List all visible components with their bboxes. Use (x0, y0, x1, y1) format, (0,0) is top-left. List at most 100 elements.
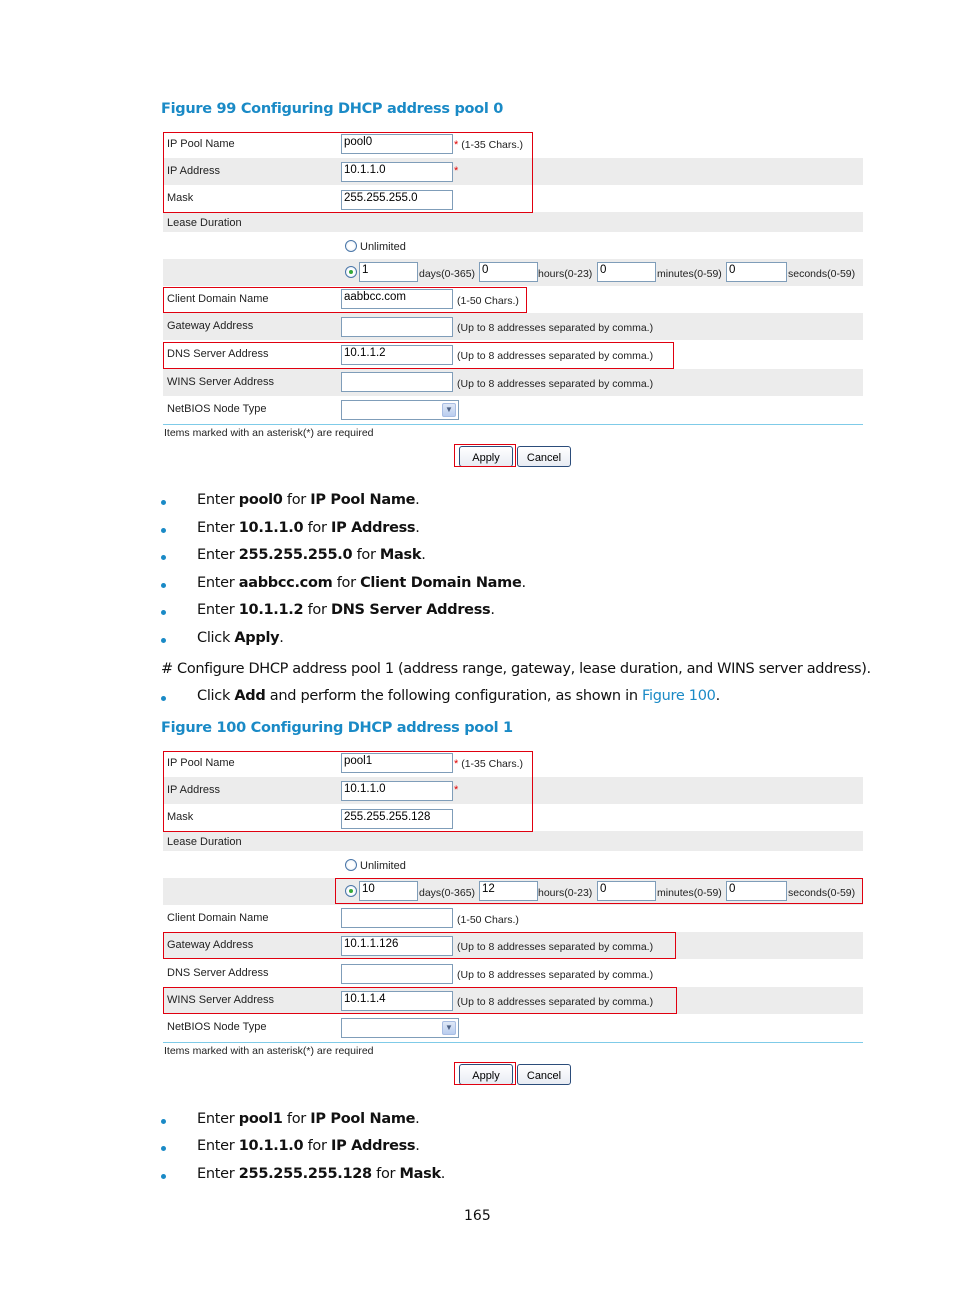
gateway-address-hint: (Up to 8 addresses separated by comma.) (457, 941, 654, 953)
mask-label: Mask (167, 192, 194, 204)
unlimited-label: Unlimited (360, 241, 406, 253)
hours-unit: hours(0-23) (538, 887, 593, 899)
netbios-node-type-label: NetBIOS Node Type (167, 403, 267, 415)
wins-server-address-input[interactable] (341, 372, 453, 392)
mask-input[interactable]: 255.255.255.0 (341, 190, 453, 210)
lease-unlimited-row: Unlimited (163, 851, 863, 878)
ip-address-input[interactable]: 10.1.1.0 (341, 781, 453, 801)
minutes-input[interactable]: 0 (597, 262, 656, 282)
chevron-down-icon[interactable]: ▼ (442, 403, 456, 417)
cancel-button[interactable]: Cancel (517, 1064, 571, 1085)
gateway-address-label: Gateway Address (167, 320, 254, 332)
wins-server-address-label: WINS Server Address (167, 994, 274, 1006)
netbios-node-type-select[interactable]: ▼ (341, 1018, 459, 1038)
mask-row: Mask 255.255.255.0 (163, 185, 863, 212)
minutes-input[interactable]: 0 (597, 881, 656, 901)
minutes-unit: minutes(0-59) (657, 887, 722, 899)
dns-server-address-row: DNS Server Address (Up to 8 addresses se… (163, 960, 863, 987)
dns-server-address-input[interactable]: 10.1.1.2 (341, 345, 453, 365)
unlimited-radio[interactable] (345, 240, 357, 252)
lease-duration-label: Lease Duration (167, 217, 242, 229)
figure-99-caption: Figure 99 Configuring DHCP address pool … (161, 101, 504, 117)
ip-pool-name-hint: (1-35 Chars.) (461, 758, 524, 770)
lease-custom-row: 10 days(0-365) 12 hours(0-23) 0 minutes(… (163, 878, 863, 905)
netbios-node-type-row: NetBIOS Node Type ▼ (163, 1014, 863, 1041)
apply-button[interactable]: Apply (459, 446, 513, 467)
bullet-icon (161, 555, 166, 560)
gateway-address-input[interactable] (341, 317, 453, 337)
gateway-address-row: Gateway Address (Up to 8 addresses separ… (163, 313, 863, 340)
client-domain-name-input[interactable]: aabbcc.com (341, 289, 453, 309)
custom-lease-radio[interactable] (345, 266, 357, 278)
days-input[interactable]: 1 (359, 262, 418, 282)
custom-lease-radio[interactable] (345, 885, 357, 897)
dns-server-address-input[interactable] (341, 964, 453, 984)
required-asterisk: * (454, 165, 459, 177)
wins-server-address-row: WINS Server Address 10.1.1.4 (Up to 8 ad… (163, 987, 863, 1014)
hours-input[interactable]: 12 (479, 881, 538, 901)
bullet-icon (161, 528, 166, 533)
gateway-address-hint: (Up to 8 addresses separated by comma.) (457, 322, 654, 334)
bullet-icon (161, 1146, 166, 1151)
wins-server-address-hint: (Up to 8 addresses separated by comma.) (457, 996, 654, 1008)
ip-address-label: IP Address (167, 784, 220, 796)
wins-server-address-hint: (Up to 8 addresses separated by comma.) (457, 378, 654, 390)
form-divider (163, 1042, 863, 1043)
wins-server-address-input[interactable]: 10.1.1.4 (341, 991, 453, 1011)
dns-server-address-hint: (Up to 8 addresses separated by comma.) (457, 969, 654, 981)
figure-100-link[interactable]: Figure 100 (642, 688, 716, 704)
seconds-input[interactable]: 0 (726, 262, 787, 282)
days-input[interactable]: 10 (359, 881, 418, 901)
ip-pool-name-row: IP Pool Name pool0 * (1-35 Chars.) (163, 131, 863, 158)
dns-server-address-hint: (Up to 8 addresses separated by comma.) (457, 350, 654, 362)
ip-address-row: IP Address 10.1.1.0 * (163, 777, 863, 804)
hours-unit: hours(0-23) (538, 268, 593, 280)
required-asterisk: * (454, 758, 459, 770)
bullet-icon (161, 500, 166, 505)
seconds-unit: seconds(0-59) (788, 887, 856, 899)
lease-custom-row: 1 days(0-365) 0 hours(0-23) 0 minutes(0-… (163, 259, 863, 286)
dns-server-address-label: DNS Server Address (167, 348, 269, 360)
apply-button[interactable]: Apply (459, 1064, 513, 1085)
lease-duration-row: Lease Duration (163, 212, 863, 232)
unlimited-radio[interactable] (345, 859, 357, 871)
figure-100-caption: Figure 100 Configuring DHCP address pool… (161, 720, 513, 736)
bullet-icon (161, 610, 166, 615)
ip-pool-name-input[interactable]: pool1 (341, 753, 453, 773)
ip-address-input[interactable]: 10.1.1.0 (341, 162, 453, 182)
client-domain-name-label: Client Domain Name (167, 293, 269, 305)
gateway-address-input[interactable]: 10.1.1.126 (341, 936, 453, 956)
client-domain-name-hint: (1-50 Chars.) (457, 914, 519, 926)
wins-server-address-label: WINS Server Address (167, 376, 274, 388)
bullet-icon (161, 638, 166, 643)
mask-label: Mask (167, 811, 194, 823)
seconds-input[interactable]: 0 (726, 881, 787, 901)
gateway-address-row: Gateway Address 10.1.1.126 (Up to 8 addr… (163, 932, 863, 959)
required-note: Items marked with an asterisk(*) are req… (164, 427, 374, 439)
client-domain-name-row: Client Domain Name aabbcc.com (1-50 Char… (163, 286, 863, 313)
client-domain-name-hint: (1-50 Chars.) (457, 295, 519, 307)
bullet-icon (161, 583, 166, 588)
required-note: Items marked with an asterisk(*) are req… (164, 1045, 374, 1057)
form-divider (163, 424, 863, 425)
cancel-button[interactable]: Cancel (517, 446, 571, 467)
ip-pool-name-hint: (1-35 Chars.) (461, 139, 524, 151)
ip-pool-name-label: IP Pool Name (167, 138, 235, 150)
netbios-node-type-select[interactable]: ▼ (341, 400, 459, 420)
hours-input[interactable]: 0 (479, 262, 538, 282)
client-domain-name-input[interactable] (341, 908, 453, 928)
lease-duration-label: Lease Duration (167, 836, 242, 848)
chevron-down-icon[interactable]: ▼ (442, 1021, 456, 1035)
ip-address-row: IP Address 10.1.1.0 * (163, 158, 863, 185)
required-asterisk: * (454, 784, 459, 796)
configure-pool-1-paragraph: # Configure DHCP address pool 1 (address… (161, 661, 871, 677)
client-domain-name-row: Client Domain Name (1-50 Chars.) (163, 905, 863, 932)
mask-input[interactable]: 255.255.255.128 (341, 809, 453, 829)
lease-duration-row: Lease Duration (163, 831, 863, 851)
days-unit: days(0-365) (419, 268, 476, 280)
required-asterisk: * (454, 139, 459, 151)
bullet-icon (161, 1119, 166, 1124)
days-unit: days(0-365) (419, 887, 476, 899)
ip-pool-name-input[interactable]: pool0 (341, 134, 453, 154)
netbios-node-type-row: NetBIOS Node Type ▼ (163, 396, 863, 423)
